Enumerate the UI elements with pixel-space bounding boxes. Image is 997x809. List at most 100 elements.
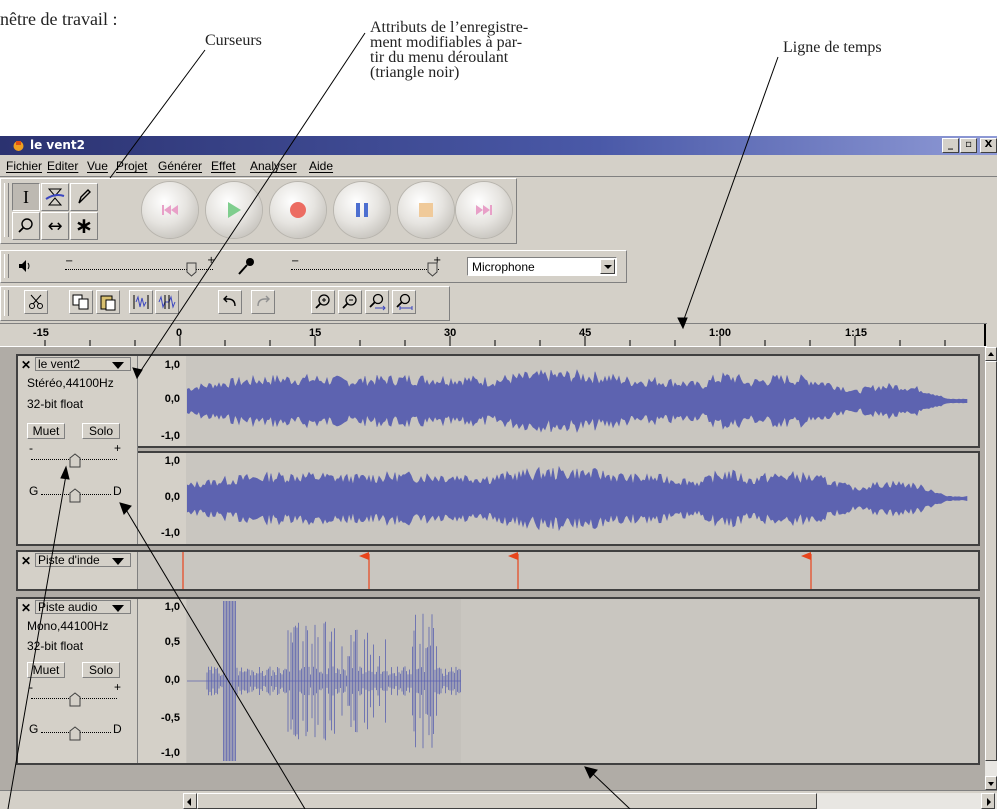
mono-track-format: Mono,44100Hz	[27, 619, 109, 633]
zoom-fit-button[interactable]	[392, 290, 416, 314]
menu-effet[interactable]: Effet	[211, 159, 235, 173]
scissors-icon	[29, 294, 43, 309]
stereo-waveform-left[interactable]	[187, 356, 968, 446]
mono-waveform[interactable]	[187, 599, 978, 763]
maximize-button[interactable]: ▫	[960, 138, 977, 153]
stereo-waveform-right[interactable]	[187, 453, 968, 544]
scale-label: 0,5	[164, 636, 180, 648]
zoom-selection-button[interactable]	[365, 290, 389, 314]
stop-button[interactable]	[398, 182, 454, 238]
vertical-scrollbar[interactable]	[985, 347, 997, 790]
zoom-tool[interactable]	[12, 212, 40, 240]
label-flag[interactable]	[508, 552, 519, 589]
scroll-down-button[interactable]	[985, 776, 997, 790]
mono-solo-button[interactable]: Solo	[82, 662, 120, 678]
horizontal-scroll-thumb[interactable]	[197, 793, 817, 809]
multi-tool[interactable]: ∗	[70, 212, 98, 240]
scale-label: 1,0	[164, 601, 180, 613]
mono-mute-button[interactable]: Muet	[27, 662, 65, 678]
output-volume-slider[interactable]	[186, 262, 197, 277]
envelope-tool[interactable]	[41, 183, 69, 211]
label-track-menu[interactable]: Piste d'inde	[35, 553, 131, 567]
scroll-up-button[interactable]	[985, 347, 997, 361]
copy-button[interactable]	[69, 290, 93, 314]
double-arrow-icon: ↔	[47, 215, 63, 237]
trim-button[interactable]	[129, 290, 153, 314]
label-track-name: Piste d'inde	[38, 553, 100, 567]
toolbar-grip[interactable]	[4, 183, 9, 237]
menu-generer[interactable]: Générer	[158, 159, 202, 173]
vertical-scroll-thumb[interactable]	[985, 361, 997, 761]
close-button[interactable]: X	[980, 138, 997, 153]
undo-icon	[223, 295, 236, 307]
scale-label: 0,0	[164, 491, 180, 503]
mono-gain-slider[interactable]	[69, 692, 81, 707]
stereo-pan-slider[interactable]	[69, 488, 81, 503]
triangle-down-icon	[112, 605, 124, 612]
mixer-grip[interactable]	[4, 254, 9, 278]
scroll-right-button[interactable]	[981, 793, 995, 809]
stereo-mute-button[interactable]: Muet	[27, 423, 65, 439]
mono-track-name: Piste audio	[38, 600, 98, 614]
i-beam-icon: I	[23, 186, 29, 207]
ruler-label: 45	[579, 327, 592, 339]
edit-grip[interactable]	[4, 290, 9, 316]
app-icon	[13, 141, 24, 151]
selection-tool[interactable]: I	[12, 183, 40, 211]
cut-button[interactable]	[24, 290, 48, 314]
mono-pan-right: D	[113, 722, 122, 736]
play-button[interactable]	[206, 182, 262, 238]
chevron-down-icon	[604, 265, 612, 269]
ruler-ticks	[44, 324, 986, 346]
label-flag[interactable]	[801, 552, 812, 589]
mono-track-menu[interactable]: Piste audio	[35, 600, 131, 614]
arrow-up-icon	[988, 352, 994, 356]
mono-pan-slider[interactable]	[69, 726, 81, 741]
input-volume-slider[interactable]	[427, 262, 438, 277]
scale-label: -1,0	[161, 747, 180, 759]
label-track-close-button[interactable]: ✕	[21, 554, 31, 568]
stereo-track-menu[interactable]: le vent2	[35, 357, 131, 371]
skip-end-button[interactable]	[456, 182, 512, 238]
zoom-in-button[interactable]	[311, 290, 335, 314]
menu-projet[interactable]: Projet	[116, 159, 147, 173]
menu-editer[interactable]: Editer	[47, 159, 78, 173]
input-source-select[interactable]: Microphone	[467, 257, 617, 276]
label-flag[interactable]	[359, 552, 370, 589]
annotation-attributes-line-3: tir du menu déroulant	[370, 49, 509, 66]
annotation-workspace: nêtre de travail :	[0, 9, 118, 29]
stop-icon	[419, 203, 433, 217]
mono-track-close-button[interactable]: ✕	[21, 601, 31, 615]
trim-icon	[133, 295, 149, 309]
stereo-gain-slider[interactable]	[69, 453, 81, 468]
record-button[interactable]	[270, 182, 326, 238]
input-source-dropdown-button[interactable]	[600, 259, 615, 274]
skip-start-button[interactable]	[142, 182, 198, 238]
timeline-ruler[interactable]: -15 0 15 30 45 1:00 1:15	[0, 323, 987, 347]
annotation-attributes-line-1: Attributs de l’enregistre-	[370, 19, 529, 36]
zoom-out-button[interactable]	[338, 290, 362, 314]
label-track: ✕ Piste d'inde	[16, 550, 980, 591]
menu-fichier[interactable]: Fichier	[6, 159, 42, 173]
annotation-timeline: Ligne de temps	[783, 39, 882, 56]
minimize-button[interactable]: _	[942, 138, 959, 153]
menu-vue[interactable]: Vue	[87, 159, 108, 173]
draw-tool[interactable]	[70, 183, 98, 211]
stereo-track-close-button[interactable]: ✕	[21, 358, 31, 372]
menu-aide[interactable]: Aide	[309, 159, 333, 173]
stereo-solo-button[interactable]: Solo	[82, 423, 120, 439]
redo-icon	[257, 295, 270, 307]
undo-button[interactable]	[218, 290, 242, 314]
silence-button[interactable]	[155, 290, 179, 314]
pause-button[interactable]	[334, 182, 390, 238]
label-track-name-bar: ✕ Piste d'inde	[19, 553, 135, 568]
paste-button[interactable]	[96, 290, 120, 314]
timeshift-tool[interactable]: ↔	[41, 212, 69, 240]
mono-track-name-bar: ✕ Piste audio	[19, 600, 135, 615]
title-bar: le vent2 _ ▫ X	[0, 136, 997, 155]
redo-button[interactable]	[251, 290, 275, 314]
menu-analyser[interactable]: Analyser	[250, 159, 297, 173]
horizontal-scrollbar[interactable]	[183, 793, 997, 809]
stereo-track-name-bar: ✕ le vent2	[19, 357, 135, 372]
scroll-left-button[interactable]	[183, 793, 197, 809]
